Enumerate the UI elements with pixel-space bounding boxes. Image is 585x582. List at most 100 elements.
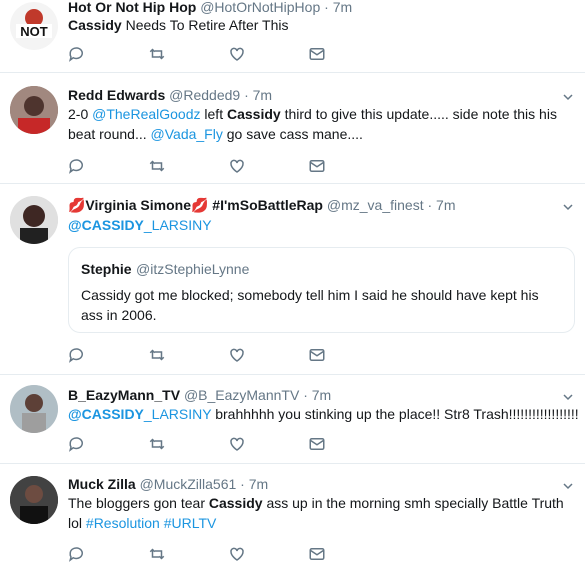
tweet[interactable]: B_EazyMann_TV @B_EazyMannTV · 7m @CASSID… <box>0 375 585 464</box>
tweet[interactable]: Muck Zilla @MuckZilla561 · 7m The blogge… <box>0 464 585 582</box>
reply-icon <box>69 348 83 363</box>
retweet-button[interactable] <box>148 44 228 64</box>
direct-message-icon <box>309 349 325 361</box>
retweet-button[interactable] <box>148 345 228 365</box>
text-segment: left <box>200 106 227 122</box>
retweet-button[interactable] <box>148 156 228 176</box>
text-segment: Needs To Retire After This <box>121 17 289 33</box>
tweet-header: B_EazyMann_TV @B_EazyMannTV · 7m <box>68 386 331 404</box>
tweet-text: @CASSIDY_LARSINY brahhhhh you stinking u… <box>68 404 579 424</box>
text-segment: 2-0 <box>68 106 93 122</box>
separator-dot: · <box>244 87 249 103</box>
separator-dot: · <box>303 387 308 403</box>
tweet-text: 2-0 @TheRealGoodz left Cassidy third to … <box>68 104 568 144</box>
direct-message-icon <box>309 160 325 172</box>
user-handle[interactable]: @HotOrNotHipHop <box>200 0 320 15</box>
mention-link[interactable]: @CASSIDY <box>68 406 144 422</box>
caret-down-icon[interactable] <box>563 202 573 212</box>
reply-button[interactable] <box>68 434 148 454</box>
reply-button[interactable] <box>68 544 148 564</box>
tweet-text: Cassidy Needs To Retire After This <box>68 15 568 35</box>
display-name[interactable]: B_EazyMann_TV <box>68 387 180 403</box>
separator-dot: · <box>427 197 433 213</box>
quoted-display-name: Stephie <box>81 261 132 277</box>
reply-button[interactable] <box>68 345 148 365</box>
mention-link[interactable]: @TheRealGoodz <box>92 106 200 122</box>
tweet[interactable]: NOT Hot Or Not Hip Hop @HotOrNotHipHop ·… <box>0 0 585 73</box>
tweet-actions <box>68 345 388 365</box>
quoted-user-handle: @itzStephieLynne <box>136 261 250 277</box>
separator-dot: · <box>240 476 245 492</box>
quoted-tweet-text: Cassidy got me blocked; somebody tell hi… <box>81 287 539 323</box>
tweet-actions <box>68 544 388 564</box>
like-icon <box>230 47 244 61</box>
text-segment: The bloggers gon tear <box>68 495 209 511</box>
like-button[interactable] <box>228 345 308 365</box>
retweet-button[interactable] <box>148 544 228 564</box>
retweet-button[interactable] <box>148 434 228 454</box>
direct-message-button[interactable] <box>308 434 388 454</box>
avatar[interactable] <box>10 476 58 524</box>
user-handle[interactable]: @MuckZilla561 <box>140 476 237 492</box>
avatar[interactable]: NOT <box>10 2 58 50</box>
timestamp[interactable]: 7m <box>249 476 268 492</box>
quoted-tweet[interactable]: Stephie @itzStephieLynne Cassidy got me … <box>68 247 575 333</box>
reply-button[interactable] <box>68 156 148 176</box>
caret-down-icon[interactable] <box>563 92 573 102</box>
keyword: Cassidy <box>208 495 263 511</box>
tweet[interactable]: Redd Edwards @Redded9 · 7m 2-0 @TheRealG… <box>0 74 585 184</box>
direct-message-icon <box>309 548 325 560</box>
tweet-actions <box>68 156 388 176</box>
direct-message-button[interactable] <box>308 345 388 365</box>
keyword: Cassidy <box>226 106 281 122</box>
reply-icon <box>69 47 83 62</box>
like-button[interactable] <box>228 434 308 454</box>
display-name[interactable]: Redd Edwards <box>68 87 165 103</box>
separator-dot: · <box>324 0 329 15</box>
timestamp[interactable]: 7m <box>333 0 352 15</box>
retweet-icon <box>149 48 165 60</box>
like-icon <box>230 437 244 451</box>
avatar[interactable] <box>10 196 58 244</box>
text-segment: brahhhhh you stinking up the place!! Str… <box>211 406 579 422</box>
tweet-header: Muck Zilla @MuckZilla561 · 7m <box>68 475 268 493</box>
tweet-header: 💋Virginia Simone💋 #I'mSoBattleRap @mz_va… <box>68 196 456 214</box>
caret-down-icon[interactable] <box>563 481 573 491</box>
timestamp[interactable]: 7m <box>253 87 272 103</box>
keyword: Cassidy <box>68 17 122 33</box>
timestamp[interactable]: 7m <box>436 197 455 213</box>
mention-link[interactable]: @Vada_Fly <box>151 126 223 142</box>
tweet-header: Hot Or Not Hip Hop @HotOrNotHipHop · 7m <box>68 0 352 16</box>
caret-down-icon[interactable] <box>563 392 573 402</box>
mention-link[interactable]: _LARSINY <box>144 217 212 233</box>
text-segment: go save cass mane.... <box>222 126 363 142</box>
display-name[interactable]: Muck Zilla <box>68 476 136 492</box>
user-handle[interactable]: @Redded9 <box>169 87 240 103</box>
like-button[interactable] <box>228 44 308 64</box>
user-handle[interactable]: @B_EazyMannTV <box>184 387 299 403</box>
timestamp[interactable]: 7m <box>312 387 331 403</box>
user-handle[interactable]: @mz_va_finest <box>327 197 424 213</box>
reply-button[interactable] <box>68 44 148 64</box>
tweet[interactable]: 💋Virginia Simone💋 #I'mSoBattleRap @mz_va… <box>0 184 585 375</box>
like-button[interactable] <box>228 156 308 176</box>
like-button[interactable] <box>228 544 308 564</box>
hashtag-link[interactable]: #Resolution <box>86 515 160 531</box>
tweet-actions <box>68 44 388 64</box>
display-name[interactable]: 💋Virginia Simone💋 #I'mSoBattleRap <box>68 197 323 213</box>
direct-message-button[interactable] <box>308 44 388 64</box>
display-name[interactable]: Hot Or Not Hip Hop <box>68 0 196 15</box>
direct-message-button[interactable] <box>308 544 388 564</box>
tweet-header: Redd Edwards @Redded9 · 7m <box>68 86 272 104</box>
mention-link[interactable]: @CASSIDY <box>68 217 144 233</box>
direct-message-button[interactable] <box>308 156 388 176</box>
like-icon <box>230 348 244 362</box>
mention-link[interactable]: _LARSINY <box>144 406 211 422</box>
tweet-actions <box>68 434 388 454</box>
reply-icon <box>69 547 83 562</box>
direct-message-icon <box>309 438 325 450</box>
like-icon <box>230 159 244 173</box>
avatar[interactable] <box>10 385 58 433</box>
hashtag-link[interactable]: #URLTV <box>164 515 217 531</box>
avatar[interactable] <box>10 86 58 134</box>
